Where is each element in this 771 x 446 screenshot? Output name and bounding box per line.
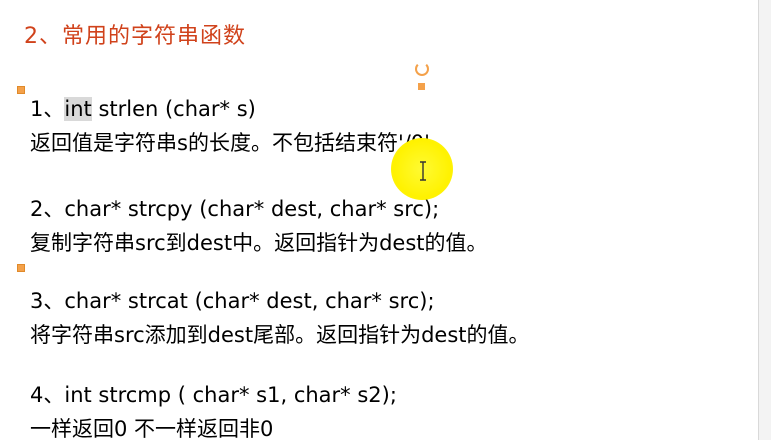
- function-item-strcat[interactable]: 3、char* strcat (char* dest, char* src); …: [30, 284, 730, 352]
- selection-handle-middle-left[interactable]: [17, 264, 25, 272]
- function-signature: 3、char* strcat (char* dest, char* src);: [30, 289, 435, 313]
- scrollbar[interactable]: [758, 0, 771, 440]
- selection-handle-top-left[interactable]: [17, 86, 25, 94]
- function-item-strlen[interactable]: 1、int strlen (char* s) 返回值是字符串s的长度。不包括结束…: [30, 92, 730, 160]
- function-description: 复制字符串src到dest中。返回指针为dest的值。: [30, 231, 488, 255]
- function-description: 返回值是字符串s的长度。不包括结束符'/0'。: [30, 131, 451, 155]
- slide-canvas: 2、常用的字符串函数 1、int strlen (char* s) 返回值是字符…: [0, 0, 771, 441]
- selected-text-highlight: int: [64, 97, 92, 121]
- function-signature: 1、int strlen (char* s): [30, 97, 256, 121]
- function-signature: 4、int strcmp ( char* s1, char* s2);: [30, 383, 397, 407]
- function-item-strcmp[interactable]: 4、int strcmp ( char* s1, char* s2); 一样返回…: [30, 378, 730, 446]
- function-item-strcpy[interactable]: 2、char* strcpy (char* dest, char* src); …: [30, 192, 730, 260]
- function-signature: 2、char* strcpy (char* dest, char* src);: [30, 197, 440, 221]
- function-description: 将字符串src添加到dest尾部。返回指针为dest的值。: [30, 323, 530, 347]
- function-description: 一样返回0 不一样返回非0: [30, 417, 274, 441]
- rotate-handle-icon[interactable]: [413, 60, 431, 96]
- i-beam-cursor-icon: [420, 161, 426, 181]
- slide-heading: 2、常用的字符串函数: [24, 24, 246, 49]
